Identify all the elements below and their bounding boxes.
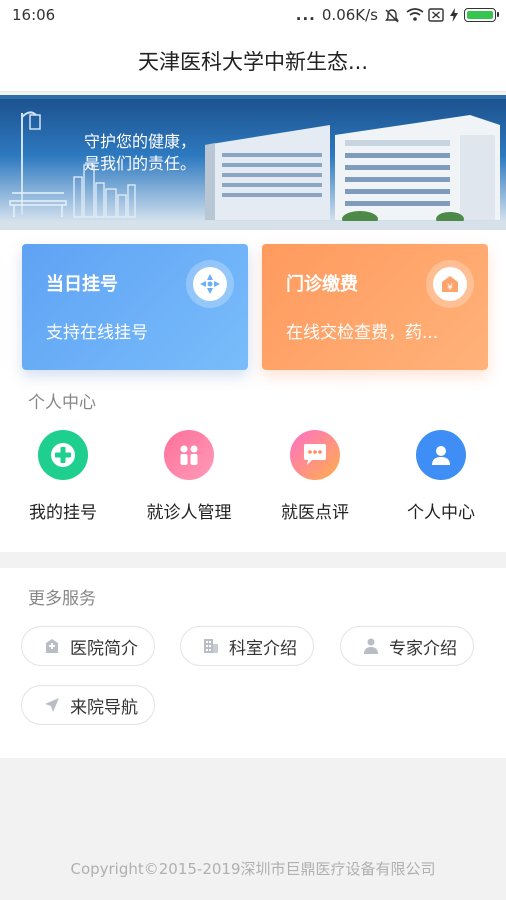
status-time: 16:06 [12, 6, 56, 24]
battery-icon [464, 8, 499, 22]
banner-line-2: 是我们的责任。 [84, 154, 197, 173]
medical-review-item[interactable]: 就医点评 [252, 430, 378, 523]
page-title: 天津医科大学中新生态... [137, 49, 369, 74]
card-subtitle: 在线交检查费，药... [286, 323, 439, 343]
copyright-footer: Copyright©2015-2019深圳市巨鼎医疗设备有限公司 [70, 860, 436, 878]
doctor-icon [361, 636, 381, 656]
card-subtitle: 支持在线挂号 [46, 323, 148, 343]
personal-center-item[interactable]: 个人中心 [378, 430, 504, 523]
banner-slogan: 守护您的健康， 是我们的责任。 [84, 131, 196, 175]
patient-management-item[interactable]: 就诊人管理 [126, 430, 252, 523]
comment-icon [290, 430, 340, 480]
quick-label: 就医点评 [281, 503, 349, 523]
pill-label: 专家介绍 [389, 638, 457, 659]
status-icons: ... 0.06K/s [295, 6, 499, 24]
mute-icon [384, 8, 400, 23]
hospital-icon [42, 636, 62, 656]
banner-illustration [0, 95, 506, 230]
people-icon [164, 430, 214, 480]
quick-label: 就诊人管理 [146, 503, 232, 523]
hospital-banner[interactable]: 守护您的健康， 是我们的责任。 [0, 95, 506, 230]
more-services-section: 更多服务 医院简介 科室介绍 专家介绍 来院导航 [0, 568, 506, 758]
pill-label: 来院导航 [70, 697, 138, 718]
network-speed: 0.06K/s [321, 6, 378, 24]
pill-label: 医院简介 [70, 638, 138, 659]
pill-label: 科室介绍 [229, 638, 297, 659]
title-bar: 天津医科大学中新生态... [0, 30, 506, 92]
payment-icon: ¥ [426, 260, 474, 308]
building-icon [201, 636, 221, 656]
outpatient-payment-card[interactable]: 门诊缴费 在线交检查费，药... ¥ [262, 244, 488, 370]
my-registration-item[interactable]: 我的挂号 [0, 430, 126, 523]
user-icon [416, 430, 466, 480]
expert-intro-button[interactable]: 专家介绍 [340, 626, 474, 666]
same-day-registration-card[interactable]: 当日挂号 支持在线挂号 [22, 244, 248, 370]
department-intro-button[interactable]: 科室介绍 [180, 626, 314, 666]
more-dots: ... [295, 6, 316, 24]
hospital-intro-button[interactable]: 医院简介 [21, 626, 155, 666]
main-section: 当日挂号 支持在线挂号 门诊缴费 在线交检查费，药... ¥ 个人中心 我的挂号… [0, 230, 506, 552]
wifi-icon [406, 8, 424, 22]
banner-line-1: 守护您的健康， [84, 132, 197, 151]
personal-center-heading: 个人中心 [28, 393, 96, 413]
hospital-navigation-button[interactable]: 来院导航 [21, 685, 155, 725]
more-services-heading: 更多服务 [28, 589, 96, 609]
charging-icon [450, 8, 458, 22]
quick-label: 我的挂号 [29, 503, 97, 523]
status-bar: 16:06 ... 0.06K/s [0, 0, 506, 30]
registration-icon [186, 260, 234, 308]
quick-label: 个人中心 [407, 503, 475, 523]
sim-error-icon [428, 8, 444, 22]
svg-text:¥: ¥ [447, 283, 453, 293]
navigation-icon [42, 695, 62, 715]
plus-icon [38, 430, 88, 480]
